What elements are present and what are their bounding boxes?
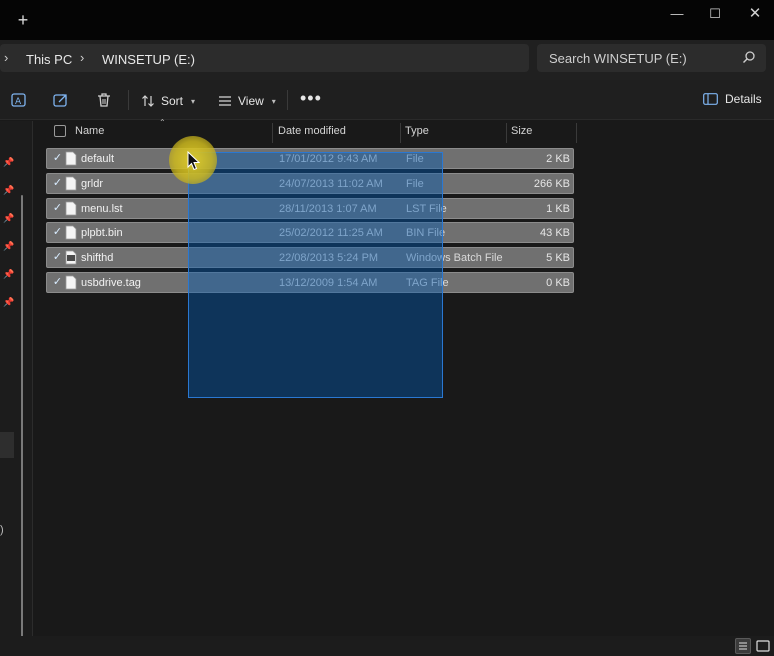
- rename-icon[interactable]: A: [10, 91, 28, 109]
- chevron-down-icon: ▾: [191, 96, 196, 106]
- batch-file-icon: [65, 250, 77, 265]
- nav-scrollbar[interactable]: [21, 195, 23, 656]
- column-header-size[interactable]: Size: [511, 125, 532, 147]
- row-checkbox[interactable]: ✓: [51, 251, 64, 264]
- toolbar-separator: [128, 90, 129, 110]
- details-pane-button[interactable]: Details: [703, 92, 762, 106]
- search-input[interactable]: Search WINSETUP (E:): [537, 44, 766, 72]
- status-bar: [0, 636, 774, 656]
- pin-icon[interactable]: 📌: [3, 269, 14, 279]
- delete-icon[interactable]: [95, 91, 113, 109]
- search-placeholder: Search WINSETUP (E:): [549, 51, 687, 66]
- sort-button[interactable]: Sort ▾: [141, 92, 195, 110]
- details-view-icon: [739, 642, 747, 650]
- minimize-button[interactable]: —: [659, 4, 695, 24]
- address-bar[interactable]: › This PC › WINSETUP (E:): [0, 44, 529, 72]
- chevron-down-icon: ▾: [271, 96, 276, 106]
- breadcrumb-chevron-icon[interactable]: ›: [80, 50, 84, 65]
- file-size: 43 KB: [540, 227, 570, 240]
- file-name: plpbt.bin: [81, 227, 123, 240]
- row-checkbox[interactable]: ✓: [51, 152, 64, 165]
- blank-file-icon: [65, 275, 77, 290]
- title-bar: + — ☐ ✕: [0, 0, 774, 40]
- file-size: 5 KB: [546, 252, 570, 265]
- pin-icon[interactable]: 📌: [3, 241, 14, 251]
- sort-ascending-icon: ⌃: [159, 118, 166, 127]
- row-checkbox[interactable]: ✓: [51, 226, 64, 239]
- column-divider[interactable]: [400, 123, 401, 143]
- address-row: › This PC › WINSETUP (E:) Search WINSETU…: [0, 40, 774, 80]
- tiles-view-button[interactable]: [755, 638, 771, 654]
- breadcrumb-chevron-icon[interactable]: ›: [4, 50, 8, 65]
- breadcrumb-winsetup[interactable]: WINSETUP (E:): [102, 52, 195, 67]
- file-size: 0 KB: [546, 277, 570, 289]
- pin-icon[interactable]: 📌: [3, 213, 14, 223]
- search-icon[interactable]: [742, 50, 756, 64]
- file-name: shifthd: [81, 252, 114, 265]
- breadcrumb-this-pc[interactable]: This PC: [26, 52, 72, 67]
- column-header-date[interactable]: Date modified: [278, 125, 346, 147]
- file-name: grldr: [81, 177, 104, 190]
- file-size: 2 KB: [546, 153, 570, 165]
- pin-icon[interactable]: 📌: [3, 185, 14, 195]
- row-checkbox[interactable]: ✓: [51, 276, 64, 289]
- nav-item-fragment: ): [0, 524, 4, 536]
- file-list[interactable]: ⌃ Name Date modified Type Size ✓ default 1…: [33, 118, 774, 636]
- tiles-view-icon: [756, 640, 770, 652]
- close-button[interactable]: ✕: [737, 4, 773, 24]
- new-tab-button[interactable]: +: [14, 10, 32, 30]
- pin-icon[interactable]: 📌: [3, 297, 14, 307]
- command-bar: A Sort ▾ View ▾ ••• Details: [0, 80, 774, 120]
- blank-file-icon: [65, 201, 77, 215]
- blank-file-icon: [65, 151, 77, 166]
- svg-text:A: A: [15, 97, 22, 107]
- details-pane-icon: [703, 93, 718, 105]
- column-header-name[interactable]: Name: [75, 125, 104, 147]
- file-size: 1 KB: [546, 202, 570, 215]
- sort-label: Sort: [161, 94, 184, 108]
- column-divider[interactable]: [272, 123, 273, 143]
- row-checkbox[interactable]: ✓: [51, 177, 64, 190]
- pin-icon[interactable]: 📌: [3, 157, 14, 167]
- view-button[interactable]: View ▾: [218, 92, 276, 110]
- row-checkbox[interactable]: ✓: [51, 202, 64, 215]
- maximize-button[interactable]: ☐: [697, 4, 733, 24]
- more-options-button[interactable]: •••: [300, 88, 322, 109]
- details-label: Details: [725, 92, 762, 106]
- details-view-button[interactable]: [735, 638, 751, 654]
- mouse-cursor-icon: [187, 151, 200, 171]
- nav-item-selected[interactable]: [0, 432, 14, 458]
- column-header-type[interactable]: Type: [405, 125, 429, 147]
- blank-file-icon: [65, 225, 77, 240]
- blank-file-icon: [65, 176, 77, 191]
- file-size: 266 KB: [533, 177, 570, 190]
- file-name: menu.lst: [81, 202, 123, 215]
- toolbar-separator: [287, 90, 288, 110]
- file-name: default: [81, 153, 115, 165]
- view-label: View: [238, 94, 264, 108]
- column-divider[interactable]: [506, 123, 507, 143]
- selection-marquee: [188, 152, 443, 398]
- column-divider[interactable]: [576, 123, 577, 143]
- view-icon: [219, 96, 231, 106]
- file-name: usbdrive.tag: [81, 277, 141, 289]
- sort-icon: [142, 95, 154, 107]
- navigation-pane[interactable]: 📌 📌 📌 📌 📌 📌 ): [0, 121, 32, 656]
- select-all-checkbox[interactable]: [54, 125, 66, 137]
- share-icon[interactable]: [52, 91, 70, 109]
